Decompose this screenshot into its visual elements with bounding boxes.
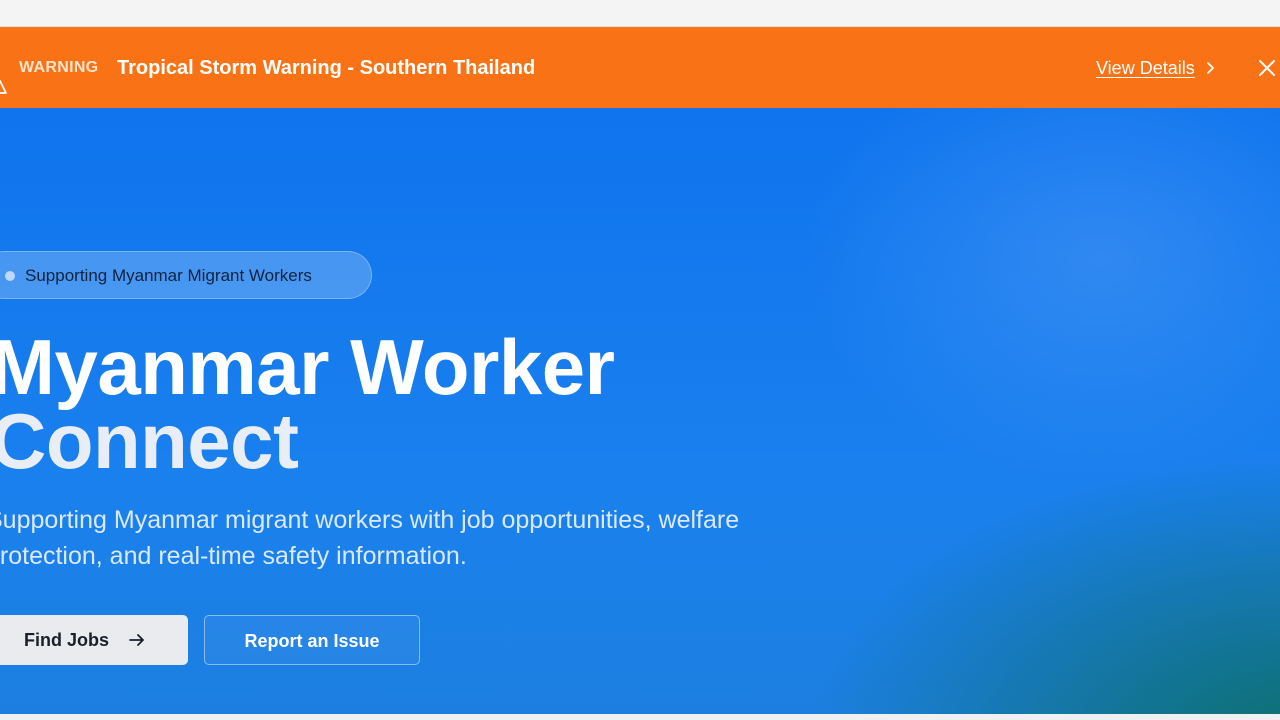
- page-bottom-strip: [0, 714, 1280, 720]
- alert-banner: WARNING Tropical Storm Warning - Souther…: [0, 27, 1280, 108]
- close-icon[interactable]: [1256, 57, 1278, 79]
- warning-triangle-icon: [0, 80, 7, 94]
- alert-level: WARNING: [19, 59, 99, 76]
- badge-dot-icon: [5, 271, 15, 281]
- hero-title-line-2: Connect: [0, 397, 299, 485]
- hero-title: Myanmar Worker Connect: [0, 323, 615, 485]
- hero-badge-label: Supporting Myanmar Migrant Workers: [25, 266, 312, 285]
- view-details-link[interactable]: View Details: [1096, 57, 1217, 79]
- hero-badge: Supporting Myanmar Migrant Workers: [0, 251, 372, 299]
- report-issue-button[interactable]: Report an Issue: [204, 615, 420, 665]
- alert-title: Tropical Storm Warning - Southern Thaila…: [117, 57, 536, 79]
- hero-title-line-1: Myanmar Worker: [0, 323, 615, 411]
- find-jobs-button[interactable]: Find Jobs: [0, 615, 188, 665]
- view-details-label: View Details: [1096, 58, 1195, 78]
- hero-section: Supporting Myanmar Migrant Workers Myanm…: [0, 108, 1280, 714]
- find-jobs-label: Find Jobs: [24, 630, 109, 650]
- chevron-right-icon: [1206, 62, 1214, 74]
- arrow-right-icon: [129, 634, 144, 646]
- browser-top-strip: [0, 0, 1280, 27]
- report-issue-label: Report an Issue: [244, 631, 380, 651]
- hero-description: Supporting Myanmar migrant workers with …: [0, 506, 740, 570]
